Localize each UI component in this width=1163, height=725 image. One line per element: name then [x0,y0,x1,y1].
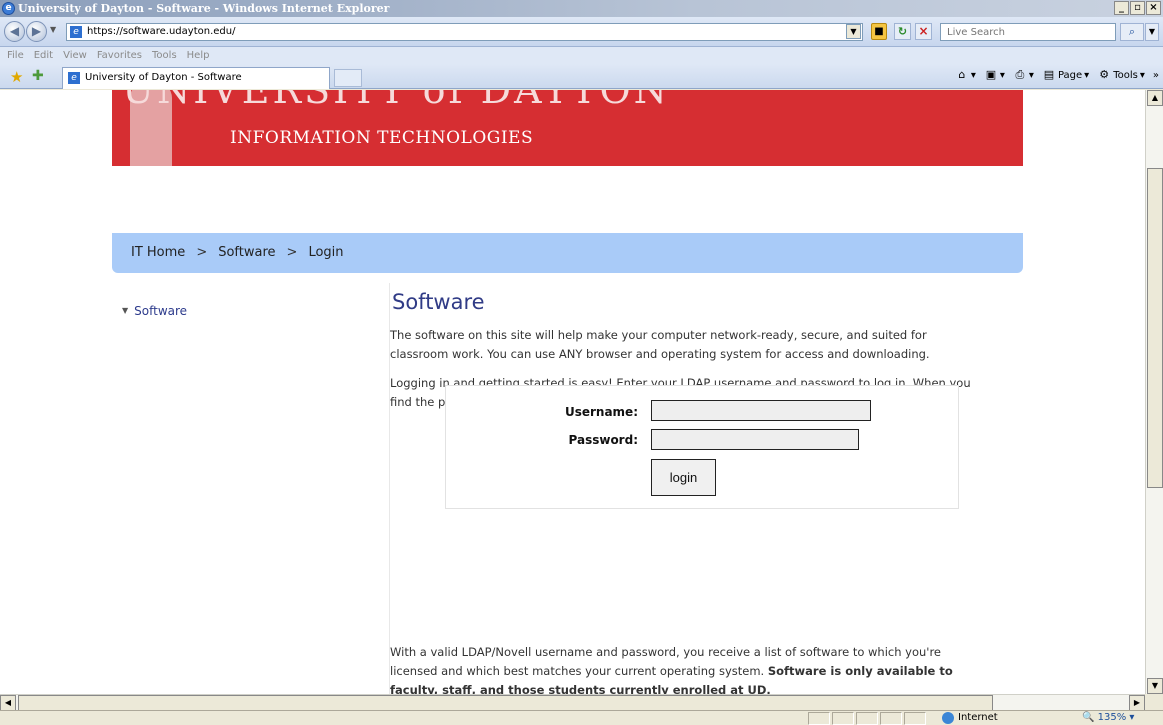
globe-icon [942,712,954,724]
menu-help[interactable]: Help [182,47,215,64]
tab-label: University of Dayton - Software [85,72,242,83]
home-button[interactable]: ⌂ ▾ [955,68,976,82]
status-cell [856,712,878,725]
search-box[interactable] [940,23,1116,41]
breadcrumb-software[interactable]: Software [218,233,275,273]
favorites-star-icon[interactable]: ★ [10,68,23,86]
menu-tools[interactable]: Tools [147,47,182,64]
username-input[interactable] [651,400,871,421]
add-favorites-icon[interactable]: ✚ [32,68,44,84]
search-options-dropdown[interactable]: ▼ [1145,23,1159,41]
breadcrumb-separator: > [196,245,208,260]
address-url: https://software.udayton.edu/ [87,26,236,37]
zone-label: Internet [958,712,998,723]
page-icon: e [70,26,82,38]
scroll-up-icon[interactable]: ▲ [1147,90,1163,106]
security-zone[interactable]: Internet [940,712,1070,725]
lock-icon[interactable]: ■ [871,23,887,40]
scroll-left-icon[interactable]: ◀ [0,695,16,711]
vertical-scrollbar[interactable]: ▲ ▼ [1145,90,1163,694]
scroll-down-icon[interactable]: ▼ [1147,678,1163,694]
breadcrumb-login: Login [308,245,344,260]
breadcrumb-separator: > [286,245,298,260]
status-bar: Internet 🔍 135% ▾ [0,710,1163,725]
tools-menu-label: Tools [1113,69,1138,81]
internet-explorer-icon: e [2,2,15,15]
new-tab-button[interactable] [334,69,362,87]
username-label: Username: [564,405,638,419]
vertical-scroll-thumb[interactable] [1147,168,1163,488]
window-title: University of Dayton - Software - Window… [18,2,390,15]
bullet-icon: ▼ [122,306,129,315]
breadcrumb: IT Home > Software > Login [112,233,1023,273]
menu-view[interactable]: View [58,47,92,64]
site-banner[interactable]: UNIVERSITY of DAYTON INFORMATION TECHNOL… [112,90,1023,166]
menu-favorites[interactable]: Favorites [92,47,147,64]
sidebar-item-software[interactable]: Software [134,304,187,318]
command-bar: ⌂ ▾ ▣ ▾ ⎙ ▾ ▤ Page ▾ ⚙ Tools ▾ » [955,68,1159,82]
feeds-button[interactable]: ▣ ▾ [984,68,1005,82]
address-dropdown-button[interactable]: ▼ [846,24,861,39]
tools-menu-button[interactable]: ⚙ Tools ▾ [1097,68,1145,82]
zoom-level[interactable]: 🔍 135% ▾ [1078,712,1158,725]
gear-icon: ⚙ [1099,68,1110,81]
menu-edit[interactable]: Edit [29,47,58,64]
page-icon: ▤ [1043,68,1055,81]
page-menu-label: Page [1057,69,1083,81]
menu-bar: File Edit View Favorites Tools Help [0,47,1163,64]
password-label: Password: [568,433,639,447]
banner-subtitle: INFORMATION TECHNOLOGIES [230,128,534,148]
page-icon: e [68,72,80,84]
chevron-more-icon[interactable]: » [1153,70,1159,81]
close-button[interactable]: × [1146,1,1161,15]
feeds-icon: ▣ [985,68,997,81]
refresh-button[interactable]: ↻ [894,23,911,40]
forward-button[interactable]: ▶ [26,21,47,42]
password-input[interactable] [651,429,859,450]
address-input[interactable]: e https://software.udayton.edu/ [66,23,863,41]
menu-file[interactable]: File [2,47,29,64]
page-menu-button[interactable]: ▤ Page ▾ [1042,68,1089,82]
print-button[interactable]: ⎙ ▾ [1013,68,1034,82]
status-cell [808,712,830,725]
back-button[interactable]: ◀ [4,21,25,42]
tab-row: ★ ✚ e University of Dayton - Software ⌂ ▾… [0,64,1163,89]
scroll-right-icon[interactable]: ▶ [1129,695,1145,711]
recent-pages-dropdown-icon[interactable]: ▼ [50,25,56,34]
search-input[interactable] [941,24,1115,40]
license-paragraph: With a valid LDAP/Novell username and pa… [390,643,980,694]
status-cell [904,712,926,725]
maximize-button[interactable]: ▫ [1130,1,1145,15]
status-cell [880,712,902,725]
window-controls: _ ▫ × [1114,1,1161,15]
sidebar: ▼ Software [122,304,187,318]
status-cell [832,712,854,725]
university-name: UNIVERSITY of DAYTON [122,90,670,112]
window-title-bar: e University of Dayton - Software - Wind… [0,0,1163,17]
horizontal-scroll-thumb[interactable] [18,695,993,711]
home-icon: ⌂ [958,68,966,81]
horizontal-scrollbar[interactable]: ◀ ▶ [0,694,1145,711]
search-button[interactable]: ⌕ [1120,23,1144,41]
login-button[interactable]: login [651,459,716,496]
print-icon: ⎙ [1015,68,1025,81]
breadcrumb-it-home[interactable]: IT Home [131,233,185,273]
intro-paragraph: The software on this site will help make… [390,328,930,361]
minimize-button[interactable]: _ [1114,1,1129,15]
stop-button[interactable]: × [915,23,932,40]
page-title: Software [392,290,485,314]
scroll-corner [1145,694,1163,710]
tab-current[interactable]: e University of Dayton - Software [62,67,330,89]
address-toolbar: ◀ ▶ ▼ e https://software.udayton.edu/ ▼ … [0,17,1163,47]
zoom-value: 135% [1097,712,1127,723]
login-form: Username: Password: login [445,385,959,509]
